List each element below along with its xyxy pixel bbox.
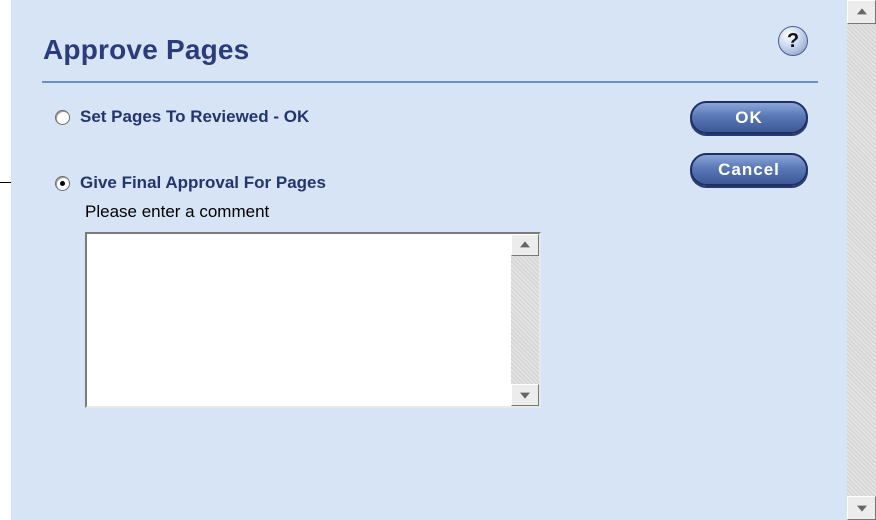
radio-final-approval[interactable] <box>55 175 70 191</box>
cancel-button[interactable]: Cancel <box>690 153 808 186</box>
page-scrollbar[interactable] <box>847 0 876 520</box>
ok-button[interactable]: OK <box>690 101 808 134</box>
help-icon[interactable]: ? <box>778 26 808 56</box>
dialog-title: Approve Pages <box>43 34 250 65</box>
arrow-up-icon <box>520 241 530 248</box>
comment-scroll-up-button[interactable] <box>511 234 539 256</box>
option-set-reviewed-label: Set Pages To Reviewed - OK <box>80 107 310 126</box>
comment-scrollbar[interactable] <box>511 234 539 406</box>
page-scroll-up-button[interactable] <box>847 0 876 24</box>
page-scroll-down-button[interactable] <box>847 496 876 520</box>
option-set-reviewed[interactable]: Set Pages To Reviewed - OK <box>55 107 309 127</box>
arrow-down-icon <box>856 505 867 512</box>
title-divider <box>42 81 818 83</box>
option-final-approval[interactable]: Give Final Approval For Pages <box>55 173 326 193</box>
comment-textarea[interactable] <box>87 234 509 406</box>
approve-pages-dialog: Approve Pages ? Set Pages To Reviewed - … <box>11 0 847 520</box>
arrow-up-icon <box>856 8 867 15</box>
arrow-down-icon <box>520 392 530 399</box>
option-final-approval-label: Give Final Approval For Pages <box>80 173 326 192</box>
comment-scroll-down-button[interactable] <box>511 384 539 406</box>
comment-box <box>85 232 541 408</box>
comment-label: Please enter a comment <box>85 202 270 221</box>
radio-set-reviewed[interactable] <box>55 109 70 125</box>
